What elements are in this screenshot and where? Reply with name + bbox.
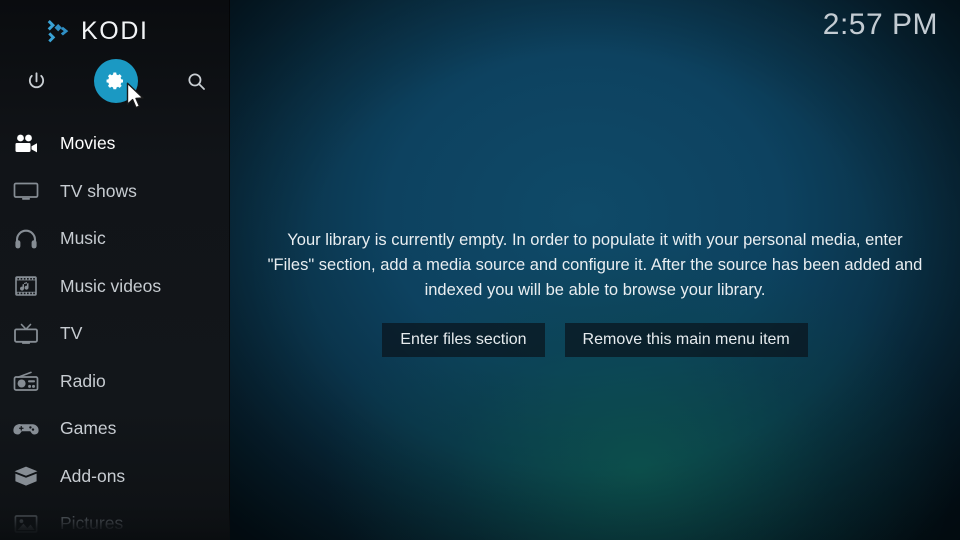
- clock: 2:57 PM: [822, 8, 938, 41]
- film-note-icon: [9, 275, 43, 297]
- sidebar-item-music[interactable]: Music: [0, 215, 230, 263]
- sidebar-item-tv-shows[interactable]: TV shows: [0, 168, 230, 216]
- sidebar-menu: Movies TV shows Music Music videos TV Ra…: [0, 120, 230, 540]
- sidebar-item-music-videos[interactable]: Music videos: [0, 263, 230, 311]
- open-box-icon: [9, 465, 43, 487]
- enter-files-section-button[interactable]: Enter files section: [382, 323, 545, 357]
- power-icon: [26, 71, 47, 92]
- sidebar-item-tv[interactable]: TV: [0, 310, 230, 358]
- sidebar-item-label: Games: [60, 418, 117, 438]
- search-button[interactable]: [173, 58, 219, 104]
- remove-main-menu-item-button[interactable]: Remove this main menu item: [564, 323, 808, 357]
- app-logo: KODI: [44, 14, 149, 48]
- gamepad-icon: [9, 420, 43, 438]
- sidebar-item-label: Movies: [60, 133, 116, 153]
- dialog-button-row: Enter files section Remove this main men…: [230, 323, 960, 357]
- sidebar-item-label: Pictures: [60, 513, 124, 533]
- sidebar-item-label: TV: [60, 323, 83, 343]
- television-icon: [9, 181, 43, 201]
- tv-antenna-icon: [9, 323, 43, 345]
- sidebar-item-label: TV shows: [60, 180, 137, 201]
- empty-library-block: Your library is currently empty. In orde…: [230, 228, 960, 357]
- picture-icon: [9, 514, 43, 534]
- app-logo-text: KODI: [81, 16, 149, 45]
- main-content-panel: 2:57 PM Your library is currently empty.…: [230, 0, 960, 540]
- gear-icon: [105, 70, 127, 92]
- sidebar-item-label: Music videos: [60, 275, 162, 296]
- sidebar-toolbar: [0, 58, 230, 104]
- sidebar-item-pictures[interactable]: Pictures: [0, 500, 230, 540]
- sidebar-item-movies[interactable]: Movies: [0, 120, 230, 168]
- sidebar-item-label: Music: [60, 228, 106, 248]
- sidebar-item-label: Radio: [60, 370, 106, 391]
- search-icon: [186, 71, 207, 92]
- kodi-logo-icon: [44, 17, 72, 45]
- power-button[interactable]: [13, 58, 59, 104]
- movie-camera-icon: [9, 134, 43, 154]
- headphones-icon: [9, 228, 43, 250]
- sidebar-item-games[interactable]: Games: [0, 405, 230, 453]
- settings-button[interactable]: [93, 58, 139, 104]
- sidebar-item-label: Add-ons: [60, 465, 126, 486]
- kodi-home-screen: 2:57 PM Your library is currently empty.…: [0, 0, 960, 540]
- sidebar: KODI Movies TV shows Music Music videos …: [0, 0, 230, 540]
- sidebar-item-add-ons[interactable]: Add-ons: [0, 453, 230, 501]
- empty-library-message: Your library is currently empty. In orde…: [267, 231, 923, 299]
- radio-icon: [9, 370, 43, 392]
- sidebar-item-radio[interactable]: Radio: [0, 358, 230, 406]
